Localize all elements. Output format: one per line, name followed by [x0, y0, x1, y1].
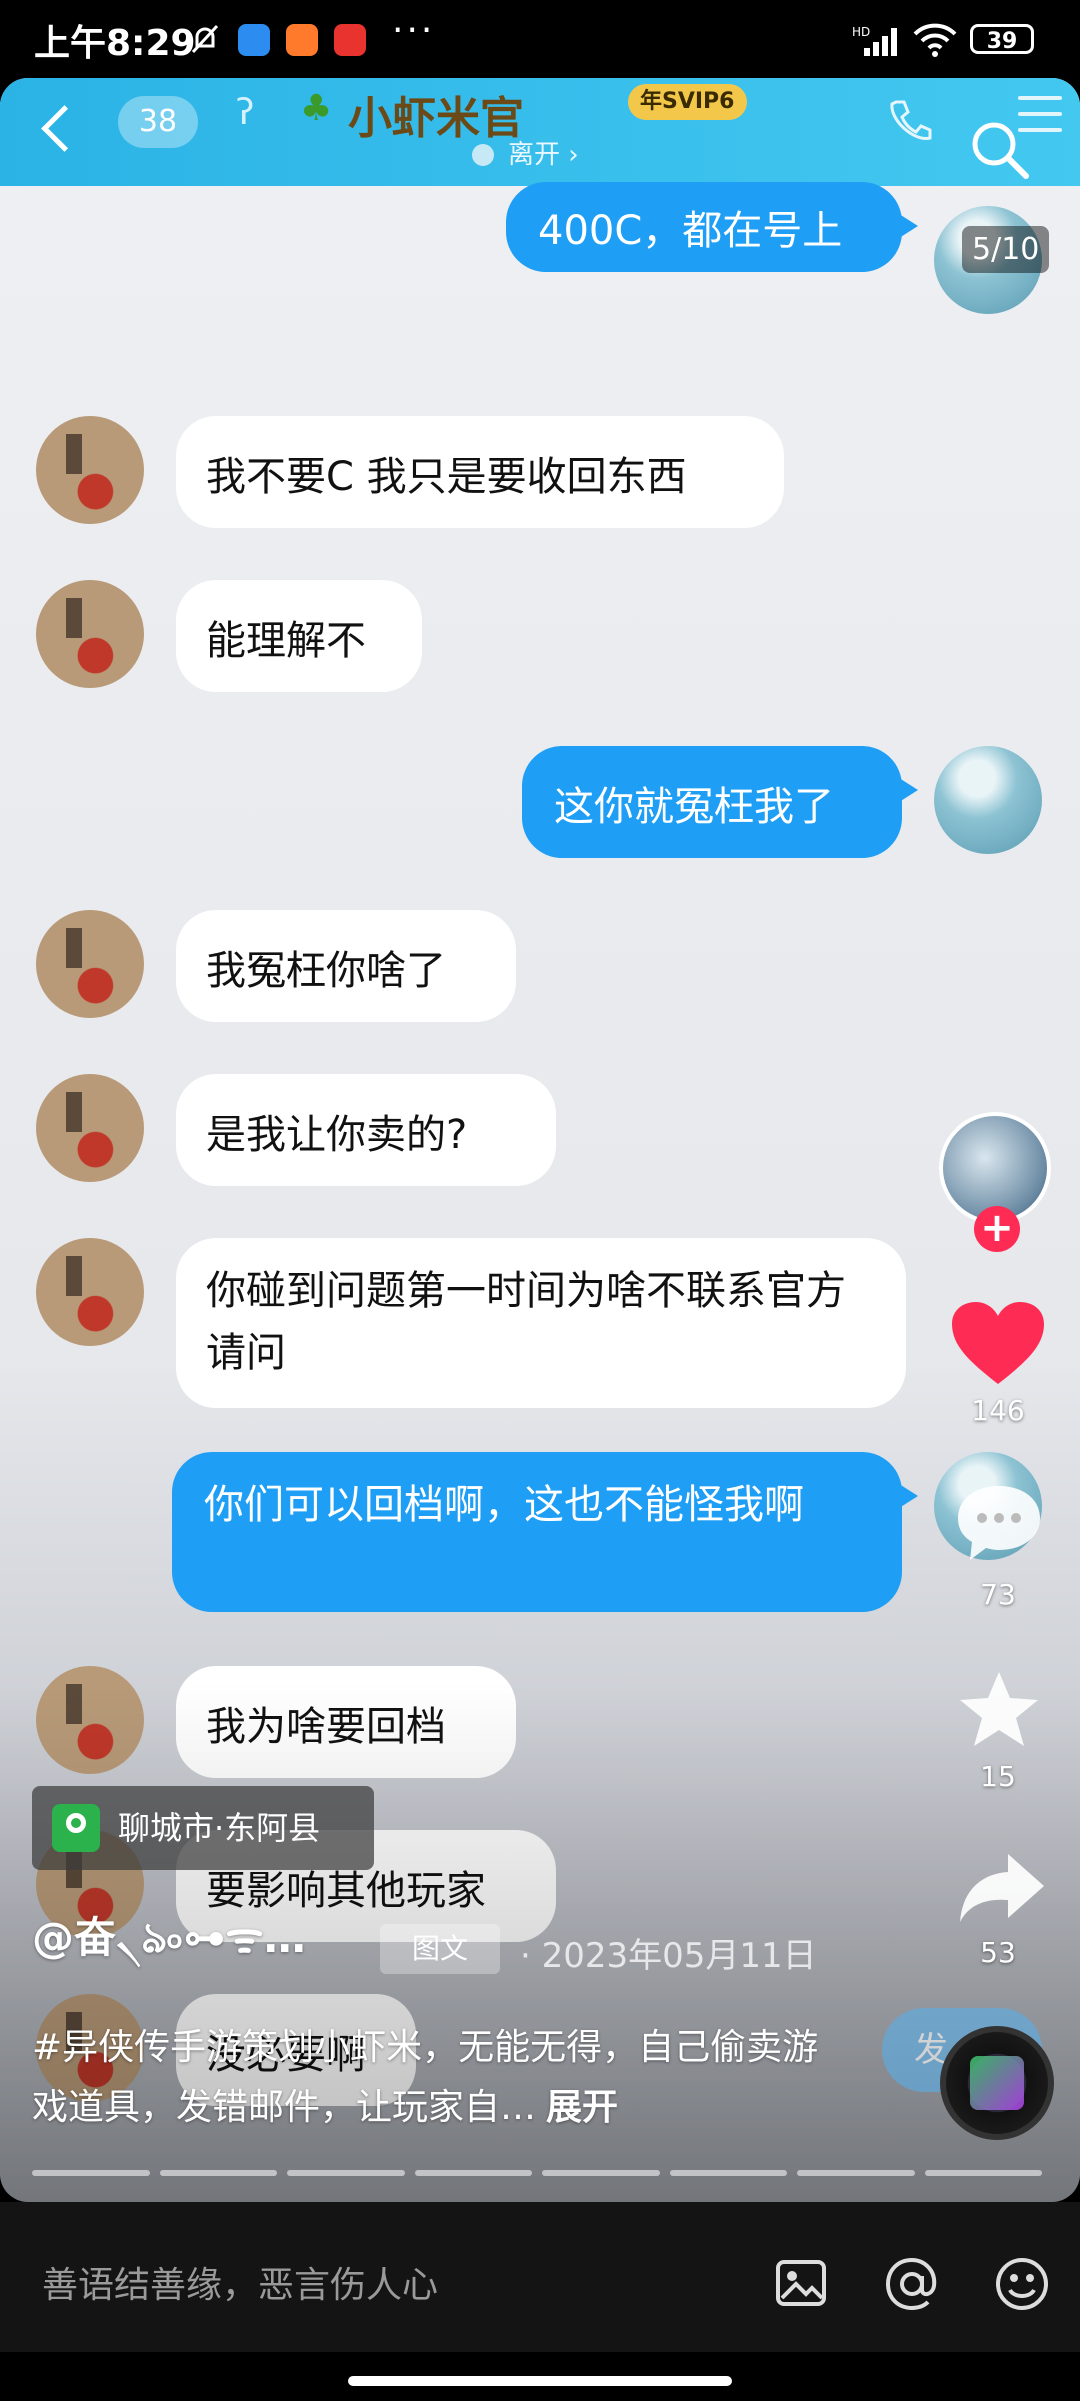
comment-input[interactable]: 善语结善缘，恶言伤人心: [42, 2256, 438, 2308]
wifi-icon: [913, 23, 957, 57]
music-disc[interactable]: [940, 2026, 1054, 2140]
comment-icon[interactable]: [954, 1482, 1044, 1564]
unread-count-badge: 38: [118, 96, 198, 148]
status-time: 上午8:29: [34, 23, 196, 64]
search-icon[interactable]: [968, 118, 1032, 182]
avatar: [36, 910, 144, 1018]
message-bubble-in: 你碰到问题第一时间为啥不联系官方请问: [176, 1238, 906, 1408]
favorite-count: 15: [980, 1760, 1016, 1793]
comment-count: 73: [980, 1578, 1016, 1611]
message-bubble-out: 这你就冤枉我了: [522, 746, 918, 858]
network-label: HD: [852, 25, 870, 39]
avatar: [36, 416, 144, 524]
follow-button[interactable]: +: [974, 1206, 1020, 1252]
image-picker-icon[interactable]: [774, 2256, 828, 2310]
message-bubble-out: 你们可以回档啊，这也不能怪我啊: [172, 1452, 918, 1612]
share-icon[interactable]: [956, 1848, 1046, 1928]
home-indicator[interactable]: [348, 2376, 732, 2386]
message-bubble-in: 我不要C 我只是要收回东西: [176, 416, 784, 528]
comment-bar: 善语结善缘，恶言伤人心: [0, 2202, 1080, 2352]
location-pin-icon: [52, 1804, 100, 1852]
message-bubble-in: 我冤枉你啥了: [176, 910, 516, 1022]
avatar: [36, 1238, 144, 1346]
notification-app-icon: [238, 24, 270, 56]
message-text: 能理解不: [206, 618, 366, 664]
vip-badge: 年SVIP6: [628, 84, 747, 120]
emoji-icon[interactable]: [994, 2256, 1050, 2312]
avatar: [36, 1074, 144, 1182]
like-count: 146: [971, 1394, 1025, 1427]
ear-icon: ʔ: [236, 92, 255, 133]
message-text: 我为啥要回档: [206, 1704, 446, 1750]
post-type-label: 图文: [411, 1932, 468, 1965]
message-text: 你碰到问题第一时间为啥不联系官方请问: [206, 1268, 846, 1376]
contact-status-text: 离开 ›: [508, 140, 579, 170]
post-caption[interactable]: #异侠传手游策划小虾米，无能无得，自己偷卖游戏道具，发错邮件，让玩家自… 展开: [32, 2018, 852, 2138]
notification-app-icon: [334, 24, 366, 56]
message-bubble-in: 能理解不: [176, 580, 422, 692]
battery-indicator: 39: [970, 24, 1034, 54]
post-type-tag: 图文: [380, 1924, 500, 1974]
page-counter: 5/10: [962, 226, 1050, 273]
sprout-icon: ♣: [300, 88, 333, 129]
post-image[interactable]: 38 ʔ ♣ 小虾米官 年SVIP6 离开 › 400C，都在号上 5/10 我…: [0, 78, 1080, 2202]
post-date: · 2023年05月11日: [520, 1936, 817, 1976]
like-heart-icon[interactable]: [950, 1300, 1046, 1386]
contact-status: 离开 ›: [472, 134, 579, 171]
mute-bell-icon: [191, 24, 219, 54]
message-text: 这你就冤枉我了: [554, 784, 834, 830]
back-icon[interactable]: [41, 105, 88, 152]
message-text: 你们可以回档啊，这也不能怪我啊: [204, 1482, 804, 1528]
notification-app-icon: [286, 24, 318, 56]
share-count: 53: [980, 1936, 1016, 1969]
more-notifications: ···: [392, 10, 436, 51]
message-text: 我冤枉你啥了: [206, 948, 446, 994]
favorite-star-icon[interactable]: [956, 1668, 1042, 1752]
message-text: 400C，都在号上: [538, 208, 843, 254]
image-progress-indicator: [32, 2170, 1042, 2176]
location-tag[interactable]: 聊城市·东阿县: [32, 1786, 374, 1870]
avatar: [934, 746, 1042, 854]
status-bar: 上午8:29 ··· HD 39: [0, 0, 1080, 78]
message-text: 我不要C 我只是要收回东西: [206, 454, 687, 500]
phone-icon[interactable]: [884, 96, 934, 146]
message-bubble-in: 我为啥要回档: [176, 1666, 516, 1778]
avatar: [36, 1666, 144, 1774]
expand-caption-link[interactable]: 展开: [546, 2087, 618, 2128]
message-bubble-in: 是我让你卖的?: [176, 1074, 556, 1186]
caption-text: #异侠传手游策划小虾米，无能无得，自己偷卖游戏道具，发错邮件，让玩家自…: [32, 2027, 819, 2128]
message-bubble-out: 400C，都在号上: [506, 182, 918, 272]
clock-icon: [472, 144, 494, 166]
location-text: 聊城市·东阿县: [118, 1809, 321, 1847]
mention-icon[interactable]: [884, 2256, 940, 2312]
author-name[interactable]: @奋৲ঌ৹⊶ᯤ…: [32, 1904, 306, 1976]
message-text: 是我让你卖的?: [206, 1112, 468, 1158]
avatar: [36, 580, 144, 688]
signal-icon: HD: [852, 25, 897, 56]
chat-header: 38 ʔ ♣ 小虾米官 年SVIP6 离开 ›: [0, 78, 1080, 186]
